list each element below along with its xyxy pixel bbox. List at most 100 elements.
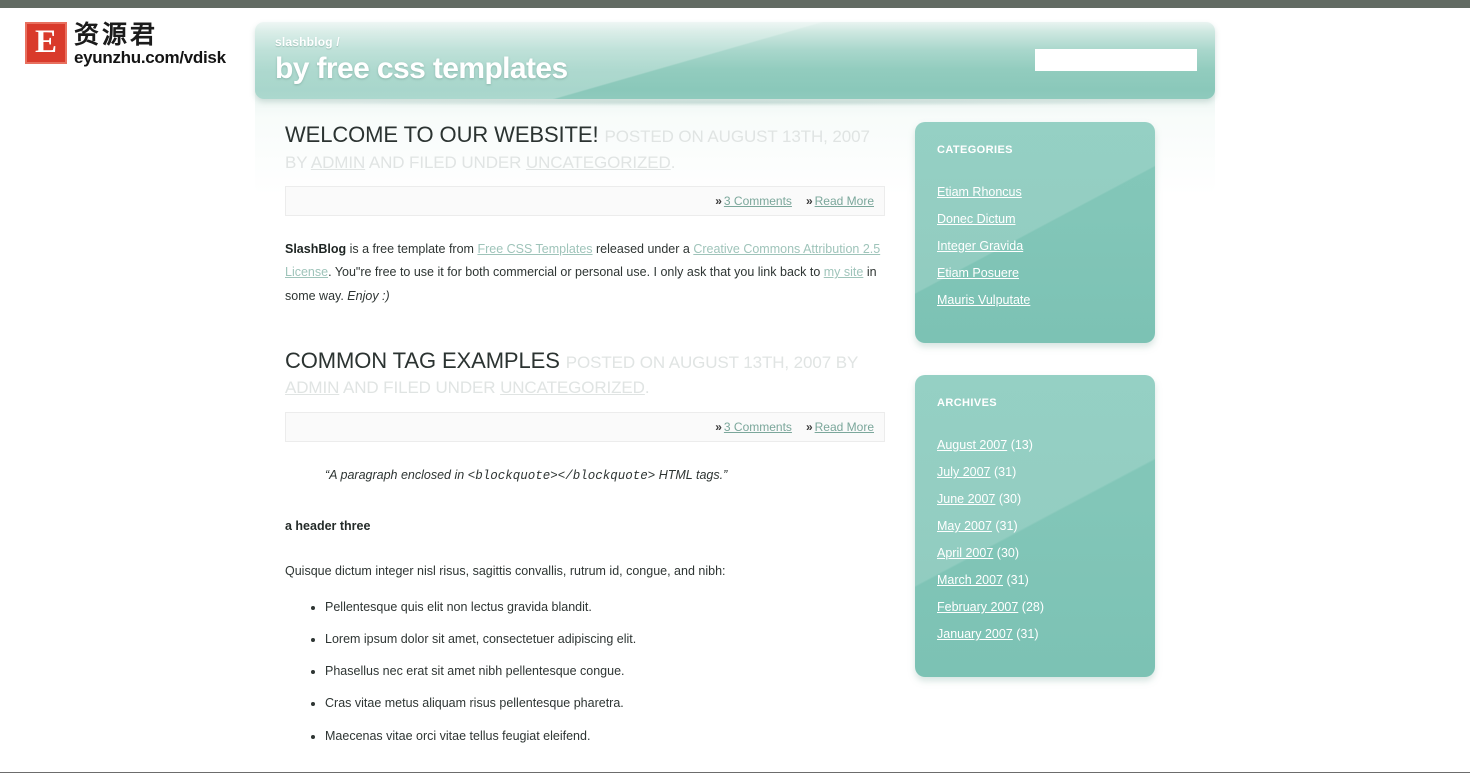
- post-text-2: released under a: [592, 242, 694, 257]
- page-container: slashblog / by free css templates: [255, 22, 1215, 99]
- archive-link[interactable]: January 2007: [937, 627, 1013, 641]
- example-list: Pellentesque quis elit non lectus gravid…: [285, 596, 885, 748]
- post-links-bar: » 3 Comments » Read More: [285, 186, 885, 217]
- archive-count: (30): [996, 546, 1020, 560]
- sidebar: CATEGORIES Etiam Rhoncus Donec Dictum In…: [915, 122, 1215, 757]
- archives-list: August 2007 (13) July 2007 (31) June 200…: [937, 435, 1137, 644]
- list-item: Etiam Posuere: [937, 263, 1137, 283]
- top-system-bar: [0, 0, 1470, 8]
- list-item: Pellentesque quis elit non lectus gravid…: [325, 596, 885, 619]
- readmore-link-wrap: » Read More: [806, 194, 874, 208]
- search-input[interactable]: [1035, 49, 1197, 71]
- post-intro-paragraph: Quisque dictum integer nisl risus, sagit…: [285, 564, 726, 579]
- widget-title-categories: CATEGORIES: [937, 144, 1013, 156]
- main-layout: WELCOME TO OUR WEBSITE! POSTED ON AUGUST…: [255, 122, 1215, 757]
- archive-link[interactable]: April 2007: [937, 546, 993, 560]
- post-text-1: is a free template from: [346, 242, 478, 257]
- blockquote-after: HTML tags.”: [655, 467, 728, 482]
- post-emphasis: Enjoy :): [347, 288, 390, 303]
- blockquote: “A paragraph enclosed in <blockquote></b…: [325, 464, 885, 488]
- widget-title-archives: ARCHIVES: [937, 397, 998, 409]
- category-link[interactable]: Etiam Posuere: [937, 266, 1019, 280]
- bottom-divider: [0, 772, 1470, 773]
- chevron-right-icon: »: [715, 194, 722, 209]
- my-site-link[interactable]: my site: [824, 265, 864, 279]
- site-subtitle: slashblog /: [275, 35, 340, 49]
- post-meta-suffix: .: [670, 152, 676, 172]
- widget-archives: ARCHIVES August 2007 (13) July 2007 (31)…: [915, 375, 1155, 677]
- list-item: February 2007 (28): [937, 597, 1137, 617]
- category-link[interactable]: Etiam Rhoncus: [937, 185, 1022, 199]
- comments-link[interactable]: 3 Comments: [724, 194, 792, 208]
- post-common-tag-examples: COMMON TAG EXAMPLES POSTED ON AUGUST 13T…: [285, 348, 885, 748]
- category-link[interactable]: Mauris Vulputate: [937, 293, 1030, 307]
- list-item: Lorem ipsum dolor sit amet, consectetuer…: [325, 628, 885, 651]
- comments-link-wrap: » 3 Comments: [715, 194, 792, 208]
- list-item: Integer Gravida: [937, 236, 1137, 256]
- archive-link[interactable]: August 2007: [937, 438, 1007, 452]
- archive-count: (31): [994, 465, 1017, 479]
- post-title-text: COMMON TAG EXAMPLES: [285, 347, 560, 373]
- header-three: a header three: [285, 519, 371, 534]
- site-header: slashblog / by free css templates: [255, 22, 1215, 99]
- archive-link[interactable]: June 2007: [937, 492, 995, 506]
- post-category-link[interactable]: UNCATEGORIZED: [500, 378, 645, 397]
- categories-list: Etiam Rhoncus Donec Dictum Integer Gravi…: [937, 182, 1137, 310]
- post-author-link[interactable]: ADMIN: [311, 153, 365, 172]
- post-meta-prefix: POSTED ON AUGUST 13TH, 2007 BY: [565, 352, 858, 372]
- archive-link[interactable]: July 2007: [937, 465, 991, 479]
- archive-count: (30): [998, 492, 1022, 506]
- list-item: March 2007 (31): [937, 570, 1137, 590]
- post-text-3: . You"re free to use it for both commerc…: [328, 265, 824, 280]
- read-more-link[interactable]: Read More: [815, 194, 874, 208]
- watermark-badge-icon: E: [25, 22, 67, 64]
- post-meta-suffix: .: [644, 378, 650, 398]
- watermark-logo: E 资源君 eyunzhu.com/vdisk: [25, 22, 226, 66]
- comments-link-wrap: » 3 Comments: [715, 420, 792, 434]
- widget-categories: CATEGORIES Etiam Rhoncus Donec Dictum In…: [915, 122, 1155, 343]
- list-item: June 2007 (30): [937, 489, 1137, 509]
- watermark-chinese-title: 资源君: [74, 20, 159, 49]
- list-item: July 2007 (31): [937, 462, 1137, 482]
- archive-count: (31): [995, 519, 1018, 533]
- list-item: Donec Dictum: [937, 209, 1137, 229]
- post-welcome: WELCOME TO OUR WEBSITE! POSTED ON AUGUST…: [285, 122, 885, 308]
- post-title[interactable]: WELCOME TO OUR WEBSITE! POSTED ON AUGUST…: [285, 122, 885, 173]
- read-more-link[interactable]: Read More: [815, 420, 874, 434]
- watermark-text: 资源君 eyunzhu.com/vdisk: [74, 22, 226, 66]
- search-form[interactable]: [1035, 49, 1197, 71]
- post-meta-middle: AND FILED UNDER: [339, 378, 501, 398]
- archive-count: (31): [1016, 627, 1039, 641]
- list-item: Maecenas vitae orci vitae tellus feugiat…: [325, 725, 885, 748]
- archive-link[interactable]: May 2007: [937, 519, 992, 533]
- free-css-templates-link[interactable]: Free CSS Templates: [477, 242, 592, 256]
- category-link[interactable]: Integer Gravida: [937, 239, 1023, 253]
- list-item: August 2007 (13): [937, 435, 1137, 455]
- archive-count: (31): [1006, 573, 1029, 587]
- post-body: “A paragraph enclosed in <blockquote></b…: [285, 464, 885, 748]
- list-item: Phasellus nec erat sit amet nibh pellent…: [325, 660, 885, 683]
- list-item: April 2007 (30): [937, 543, 1137, 563]
- post-title-text: WELCOME TO OUR WEBSITE!: [285, 122, 599, 147]
- comments-link[interactable]: 3 Comments: [724, 420, 792, 434]
- watermark-badge-letter: E: [34, 23, 57, 60]
- post-paragraph: SlashBlog is a free template from Free C…: [285, 238, 885, 308]
- archive-count: (28): [1021, 600, 1045, 614]
- list-item: Etiam Rhoncus: [937, 182, 1137, 202]
- blockquote-before: “A paragraph enclosed in: [325, 467, 468, 482]
- archive-link[interactable]: February 2007: [937, 600, 1018, 614]
- chevron-right-icon: »: [805, 419, 813, 434]
- post-lead-bold: SlashBlog: [285, 242, 347, 257]
- post-title[interactable]: COMMON TAG EXAMPLES POSTED ON AUGUST 13T…: [285, 348, 885, 399]
- list-item: May 2007 (31): [937, 516, 1137, 536]
- archive-link[interactable]: March 2007: [937, 573, 1003, 587]
- list-item: Cras vitae metus aliquam risus pellentes…: [325, 692, 885, 715]
- post-category-link[interactable]: UNCATEGORIZED: [526, 153, 671, 172]
- watermark-url: eyunzhu.com/vdisk: [74, 48, 226, 67]
- post-links-bar: » 3 Comments » Read More: [285, 411, 885, 442]
- post-author-link[interactable]: ADMIN: [285, 378, 339, 397]
- header-dropshadow: [275, 99, 1195, 106]
- post-meta-middle: AND FILED UNDER: [365, 152, 526, 172]
- category-link[interactable]: Donec Dictum: [937, 212, 1016, 226]
- blockquote-code: <blockquote></blockquote>: [467, 468, 656, 483]
